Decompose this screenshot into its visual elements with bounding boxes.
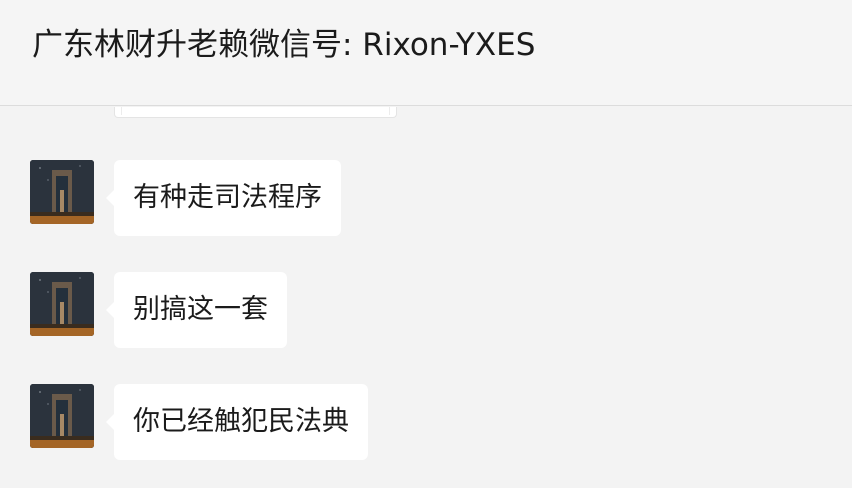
photo-avatar-icon [30, 384, 94, 448]
photo-avatar-icon [30, 272, 94, 336]
avatar[interactable] [30, 272, 94, 336]
photo-avatar-icon [30, 160, 94, 224]
message-bubble[interactable]: 别搞这一套 [106, 272, 287, 348]
message-list[interactable]: 有种走司法程序 别搞这一套 你已经触犯民法典 [0, 107, 852, 488]
chat-title: 广东林财升老赖微信号: Rixon-YXES [32, 27, 536, 63]
avatar[interactable] [30, 160, 94, 224]
chat-header: 广东林财升老赖微信号: Rixon-YXES [0, 0, 852, 106]
message-bubble[interactable]: 有种走司法程序 [106, 160, 341, 236]
message-bubble[interactable]: 你已经触犯民法典 [106, 384, 368, 460]
previous-message-card[interactable] [114, 107, 397, 118]
avatar[interactable] [30, 384, 94, 448]
